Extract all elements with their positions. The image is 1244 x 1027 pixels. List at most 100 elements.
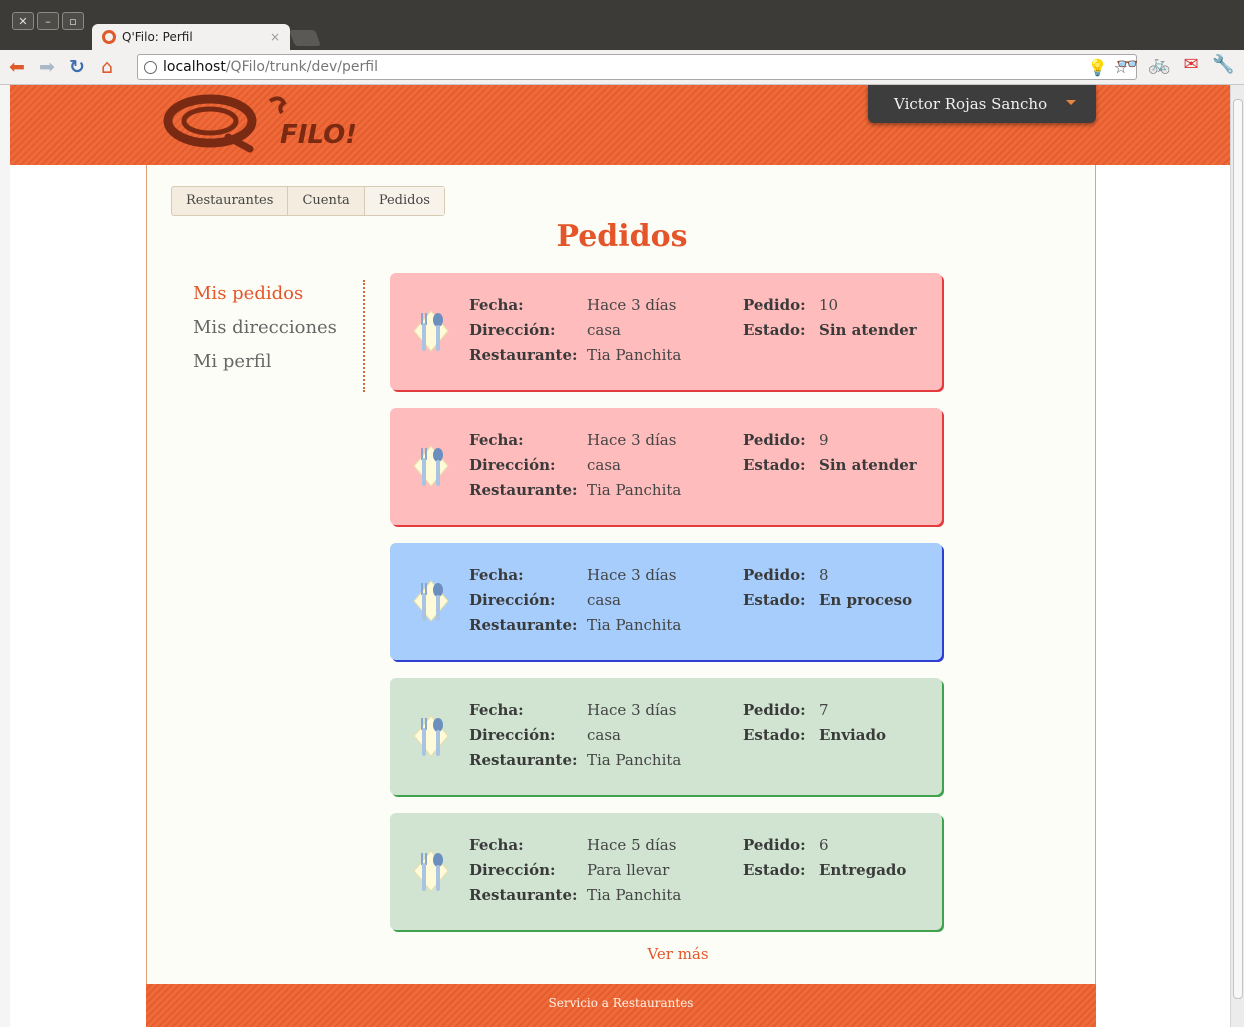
side-nav-mis-direcciones[interactable]: Mis direcciones [193,314,363,348]
status-badge: Entregado [819,861,907,879]
page-scrollbar[interactable] [1230,85,1244,1027]
direccion-value: casa [587,726,621,744]
order-card-7[interactable]: Fecha: Hace 3 días Dirección: casa Resta… [390,678,942,795]
fecha-label: Fecha: [469,566,524,584]
cutlery-icon [410,577,452,625]
direccion-value: Para llevar [587,861,670,879]
fecha-value: Hace 3 días [587,296,677,314]
maximize-window-icon[interactable]: ▫ [62,12,84,30]
logo-text: FILO! [280,120,357,150]
fecha-value: Hace 3 días [587,701,677,719]
pedido-label: Pedido: [743,431,806,449]
home-icon[interactable]: ⌂ [94,54,120,80]
pedido-label: Pedido: [743,701,806,719]
fecha-label: Fecha: [469,431,524,449]
url-host: localhost [163,59,226,75]
cutlery-icon [410,712,452,760]
site-favicon-icon [102,30,116,44]
status-badge: Sin atender [819,321,917,339]
site-header: FILO! Victor Rojas Sancho [10,85,1230,165]
browser-tab[interactable]: Q'Filo: Perfil × [92,24,290,50]
reload-icon[interactable]: ↻ [64,54,90,80]
direccion-label: Dirección: [469,726,556,744]
site-logo[interactable]: FILO! [158,91,398,161]
status-badge: Enviado [819,726,886,744]
restaurante-value: Tia Panchita [587,346,682,364]
estado-label: Estado: [743,591,806,609]
site-footer: Servicio a Restaurantes [146,984,1096,1027]
direccion-label: Dirección: [469,591,556,609]
url-path: /QFilo/trunk/dev/perfil [225,59,378,75]
pedido-label: Pedido: [743,566,806,584]
side-nav-mis-pedidos[interactable]: Mis pedidos [193,280,363,314]
incognito-extension-icon[interactable]: 👓 [1116,54,1138,75]
bike-extension-icon[interactable]: 🚲 [1148,54,1170,75]
window-controls: ✕ – ▫ [12,12,84,30]
restaurante-value: Tia Panchita [587,616,682,634]
wrench-menu-icon[interactable]: 🔧 [1212,54,1234,75]
restaurante-value: Tia Panchita [587,886,682,904]
restaurante-label: Restaurante: [469,751,578,769]
restaurante-label: Restaurante: [469,616,578,634]
lightbulb-icon[interactable]: 💡 [1088,58,1108,77]
direccion-label: Dirección: [469,321,556,339]
direccion-value: casa [587,591,621,609]
cutlery-icon [410,307,452,355]
pedido-label: Pedido: [743,836,806,854]
new-tab-button[interactable] [289,30,321,46]
pedido-value: 9 [819,431,829,449]
tab-cuenta[interactable]: Cuenta [288,187,365,215]
direccion-label: Dirección: [469,456,556,474]
ver-mas-link[interactable]: Ver más [147,945,1209,963]
cutlery-icon [410,847,452,895]
close-window-icon[interactable]: ✕ [12,12,34,30]
restaurante-label: Restaurante: [469,346,578,364]
restaurante-label: Restaurante: [469,481,578,499]
tab-restaurantes[interactable]: Restaurantes [172,187,289,215]
estado-label: Estado: [743,456,806,474]
page-viewport: FILO! Victor Rojas Sancho Restaurantes C… [10,85,1230,1027]
scrollbar-thumb[interactable] [1233,99,1243,999]
main-content: Restaurantes Cuenta Pedidos Pedidos Mis … [146,165,1096,985]
cutlery-icon [410,442,452,490]
side-nav-mi-perfil[interactable]: Mi perfil [193,348,363,382]
direccion-label: Dirección: [469,861,556,879]
address-bar[interactable]: localhost/QFilo/trunk/dev/perfil 💡 ☆ [137,54,1137,80]
gmail-extension-icon[interactable]: ✉ [1180,54,1202,75]
estado-label: Estado: [743,321,806,339]
status-badge: En proceso [819,591,913,609]
chevron-down-icon [1066,100,1076,105]
fecha-label: Fecha: [469,836,524,854]
order-card-9[interactable]: Fecha: Hace 3 días Dirección: casa Resta… [390,408,942,525]
fecha-value: Hace 5 días [587,836,677,854]
restaurante-value: Tia Panchita [587,481,682,499]
minimize-window-icon[interactable]: – [37,12,59,30]
user-name: Victor Rojas Sancho [894,95,1048,113]
user-menu-dropdown[interactable]: Victor Rojas Sancho [868,85,1096,123]
direccion-value: casa [587,456,621,474]
side-nav: Mis pedidos Mis direcciones Mi perfil [193,280,365,392]
back-arrow-icon[interactable]: ⬅ [4,54,30,80]
tab-pedidos[interactable]: Pedidos [364,187,444,215]
order-card-10[interactable]: Fecha: Hace 3 días Dirección: casa Resta… [390,273,942,390]
footer-text: Servicio a Restaurantes [548,996,694,1010]
pedido-value: 6 [819,836,829,854]
browser-toolbar: ⬅ ➡ ↻ ⌂ localhost/QFilo/trunk/dev/perfil… [0,50,1244,85]
order-card-6[interactable]: Fecha: Hace 5 días Dirección: Para lleva… [390,813,942,930]
restaurante-label: Restaurante: [469,886,578,904]
tab-close-icon[interactable]: × [270,30,280,44]
pedido-label: Pedido: [743,296,806,314]
estado-label: Estado: [743,726,806,744]
top-nav-tabs: Restaurantes Cuenta Pedidos [171,186,445,216]
forward-arrow-icon[interactable]: ➡ [34,54,60,80]
pedido-value: 7 [819,701,829,719]
page-info-icon[interactable] [144,60,157,74]
order-card-8[interactable]: Fecha: Hace 3 días Dirección: casa Resta… [390,543,942,660]
fecha-label: Fecha: [469,296,524,314]
pedido-value: 8 [819,566,829,584]
direccion-value: casa [587,321,621,339]
estado-label: Estado: [743,861,806,879]
page-title: Pedidos [556,219,688,254]
fecha-value: Hace 3 días [587,431,677,449]
pedido-value: 10 [819,296,839,314]
